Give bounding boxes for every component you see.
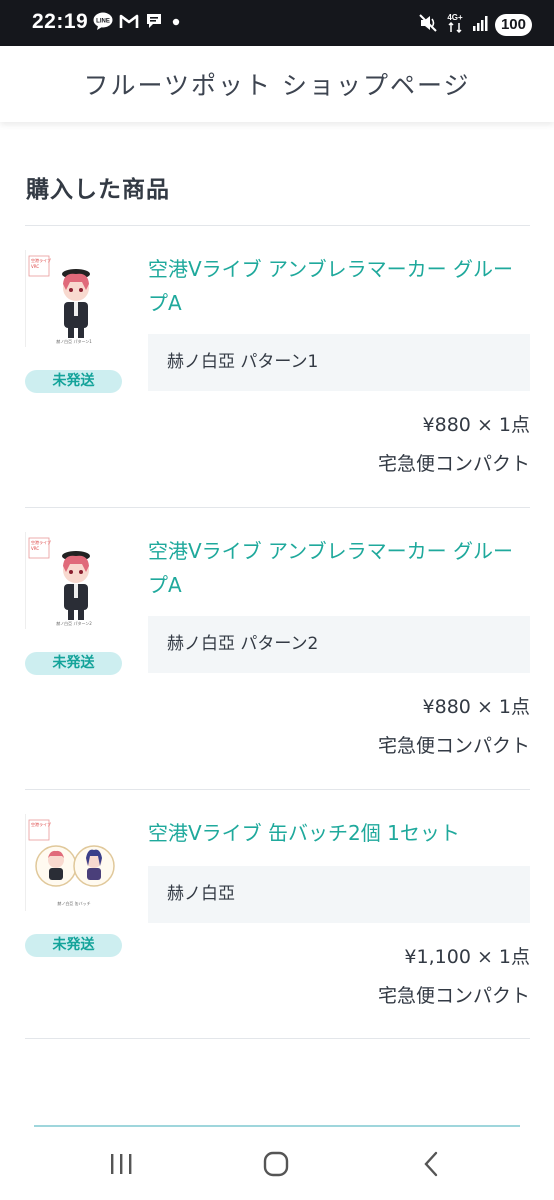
home-icon[interactable] (256, 1146, 296, 1182)
product-name-link[interactable]: 空港Vライブ アンブレラマーカー グループA (148, 534, 530, 602)
divider (25, 225, 530, 226)
shipping-method: 宅急便コンパクト (377, 735, 530, 757)
svg-text:VRC: VRC (31, 264, 39, 269)
signal-icon (472, 15, 488, 35)
line-icon: LINE (93, 12, 113, 34)
status-badge: 未発送 (25, 934, 122, 957)
svg-text:空港ライブ: 空港ライブ (31, 539, 51, 545)
product-thumbnail[interactable]: 空港ライブ 赫ノ白亞 缶バッチ (25, 814, 122, 911)
svg-text:空港ライブ: 空港ライブ (31, 257, 51, 263)
product-thumbnail[interactable]: 空港ライブ VRC 赫ノ白亞 パターン2 (25, 532, 122, 629)
svg-text:LINE: LINE (96, 19, 110, 25)
price-quantity: ¥880 × 1点 (422, 696, 530, 718)
page-title: フルーツポット ショップページ (83, 71, 471, 100)
order-item[interactable]: 空港ライブ VRC 赫ノ白亞 パターン1 未発送 空港Vライブ アンブレラマーカ… (25, 250, 530, 480)
system-status: 4G+ 100 (418, 12, 532, 38)
svg-text:赫ノ白亞 パターン2: 赫ノ白亞 パターン2 (56, 620, 92, 626)
app-header: フルーツポット ショップページ (0, 46, 554, 122)
recents-icon[interactable] (101, 1146, 141, 1182)
svg-text:赫ノ白亞 パターン1: 赫ノ白亞 パターン1 (56, 338, 92, 344)
mute-icon (418, 13, 438, 37)
battery-indicator: 100 (494, 14, 532, 36)
svg-text:VRC: VRC (31, 546, 39, 551)
shipping-method: 宅急便コンパクト (377, 985, 530, 1007)
bottom-accent-line (34, 1125, 520, 1127)
system-nav-bar (0, 1128, 554, 1200)
dot-icon (169, 14, 183, 33)
network-icon: 4G+ (445, 12, 465, 38)
status-badge: 未発送 (25, 652, 122, 675)
svg-text:4G+: 4G+ (447, 13, 463, 22)
status-time: 22:19 (32, 10, 89, 33)
svg-text:赫ノ白亞 缶バッチ: 赫ノ白亞 缶バッチ (57, 900, 90, 906)
back-icon[interactable] (411, 1146, 451, 1182)
price-quantity: ¥880 × 1点 (422, 414, 530, 436)
product-name-link[interactable]: 空港Vライブ アンブレラマーカー グループA (148, 252, 530, 320)
variant-label: 赫ノ白亞 パターン1 (148, 334, 530, 391)
divider (25, 1038, 530, 1039)
notification-icons: LINE (93, 12, 183, 34)
variant-label: 赫ノ白亞 パターン2 (148, 616, 530, 673)
section-title: 購入した商品 (26, 177, 170, 203)
product-name-link[interactable]: 空港Vライブ 缶バッチ2個 1セット (148, 816, 530, 850)
status-badge: 未発送 (25, 370, 122, 393)
divider (25, 507, 530, 508)
divider (25, 789, 530, 790)
status-bar: 22:19 LINE 4G+ 100 (0, 0, 554, 46)
gmail-icon (119, 13, 139, 33)
order-item[interactable]: 空港ライブ 赫ノ白亞 缶バッチ 未発送 空港Vライブ 缶バッチ2個 1セット 赫… (25, 814, 530, 1014)
order-item[interactable]: 空港ライブ VRC 赫ノ白亞 パターン2 未発送 空港Vライブ アンブレラマーカ… (25, 532, 530, 762)
svg-text:空港ライブ: 空港ライブ (31, 821, 51, 827)
chat-bubble-icon (145, 12, 163, 34)
shipping-method: 宅急便コンパクト (377, 453, 530, 475)
variant-label: 赫ノ白亞 (148, 866, 530, 923)
price-quantity: ¥1,100 × 1点 (404, 946, 530, 968)
product-thumbnail[interactable]: 空港ライブ VRC 赫ノ白亞 パターン1 (25, 250, 122, 347)
